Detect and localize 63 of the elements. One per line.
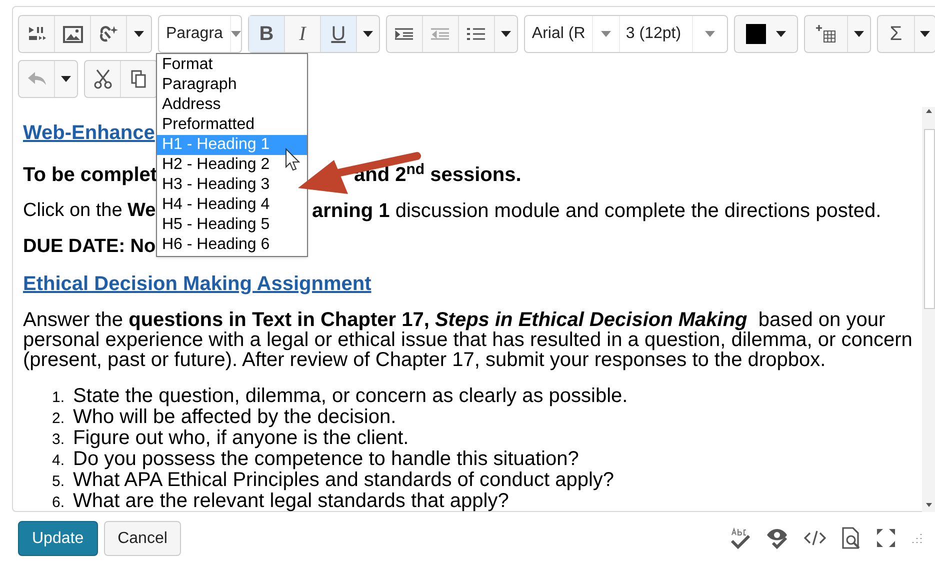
menu-item[interactable]: Format <box>157 55 307 75</box>
scrollbar-thumb[interactable] <box>924 129 935 309</box>
scroll-up-icon <box>926 109 932 113</box>
code-icon <box>804 530 826 546</box>
heading-link[interactable]: Web-Enhance <box>23 123 155 143</box>
list-number: 6. <box>52 493 66 512</box>
caret-icon <box>920 31 930 37</box>
menu-item[interactable]: Paragraph <box>157 75 307 95</box>
heading-link[interactable]: Ethical Decision Making Assignment <box>23 274 372 294</box>
menu-item[interactable]: Address <box>157 95 307 115</box>
list-number: 5. <box>52 472 66 491</box>
text-fragment: and 2$^{nd}$ sessions. <box>354 165 522 185</box>
underline-button[interactable]: U <box>320 16 357 52</box>
indent-icon <box>394 27 414 41</box>
update-button[interactable]: Update <box>18 521 98 556</box>
caret-icon <box>776 31 786 37</box>
list-item: What APA Ethical Principles and standards of conduct apply? <box>73 470 614 491</box>
fullscreen-icon <box>876 528 896 548</box>
list-item: Who will be affected by the decision. <box>73 407 396 428</box>
image-icon <box>62 26 82 42</box>
preview-icon <box>842 527 860 549</box>
cancel-button[interactable]: Cancel <box>104 521 182 556</box>
list-number: 4. <box>52 451 66 470</box>
list-item: Figure out who, if anyone is the client. <box>73 428 409 449</box>
paragraph: Answer the questions in Text in Chapter 17, Steps in Ethical Decision Making based on your personal experience with a legal or ethical issue that has resulted in a question, dilemma, or concern (present, past or future). After review of Chapter 17, submit your responses to the dropbox. <box>23 310 914 370</box>
scissors-icon <box>92 69 112 89</box>
list-item: State the question, dilemma, or concern as clearly as possible. <box>73 386 628 407</box>
link-icon <box>98 24 120 44</box>
format-select[interactable]: Paragra <box>158 15 242 53</box>
menu-item[interactable]: H2 - Heading 2 <box>157 155 307 175</box>
copy-icon <box>131 70 147 88</box>
list-number: 2. <box>52 409 66 428</box>
media-icon <box>26 25 46 43</box>
menu-item[interactable]: H3 - Heading 3 <box>157 175 307 195</box>
scroll-down-icon <box>926 503 932 507</box>
caret-icon <box>61 76 71 82</box>
resize-grip-icon <box>912 533 922 543</box>
color-swatch-icon <box>746 24 766 44</box>
outdent-icon <box>430 27 450 41</box>
menu-item[interactable]: H4 - Heading 4 <box>157 195 307 215</box>
mouse-pointer-icon <box>285 148 301 172</box>
undo-icon <box>26 71 46 87</box>
caret-icon <box>134 31 144 37</box>
list-item: Do you possess the competence to handle this situation? <box>73 449 579 470</box>
eye-check-icon <box>766 527 788 549</box>
menu-item[interactable]: Preformatted <box>157 115 307 135</box>
caret-icon <box>230 31 241 37</box>
list-number: 3. <box>52 430 66 449</box>
list-item: What are the relevant legal standards that apply? <box>73 491 509 512</box>
menu-item[interactable]: H6 - Heading 6 <box>157 235 307 255</box>
text-fragment: DUE DATE: No <box>23 237 156 257</box>
text-fragment: arning 1 discussion module and complete the directions posted. <box>312 201 882 221</box>
caret-icon <box>500 31 511 37</box>
spellcheck-icon <box>730 527 750 549</box>
table-icon <box>816 25 836 43</box>
caret-icon <box>854 31 864 37</box>
menu-item[interactable]: H5 - Heading 5 <box>157 215 307 235</box>
list-icon <box>466 26 486 42</box>
text-fragment: To be complet <box>23 165 158 185</box>
bold-button[interactable]: B <box>248 16 285 52</box>
list-number: 1. <box>52 388 66 407</box>
caret-icon <box>362 31 373 37</box>
text-fragment: Click on the We <box>23 201 156 221</box>
